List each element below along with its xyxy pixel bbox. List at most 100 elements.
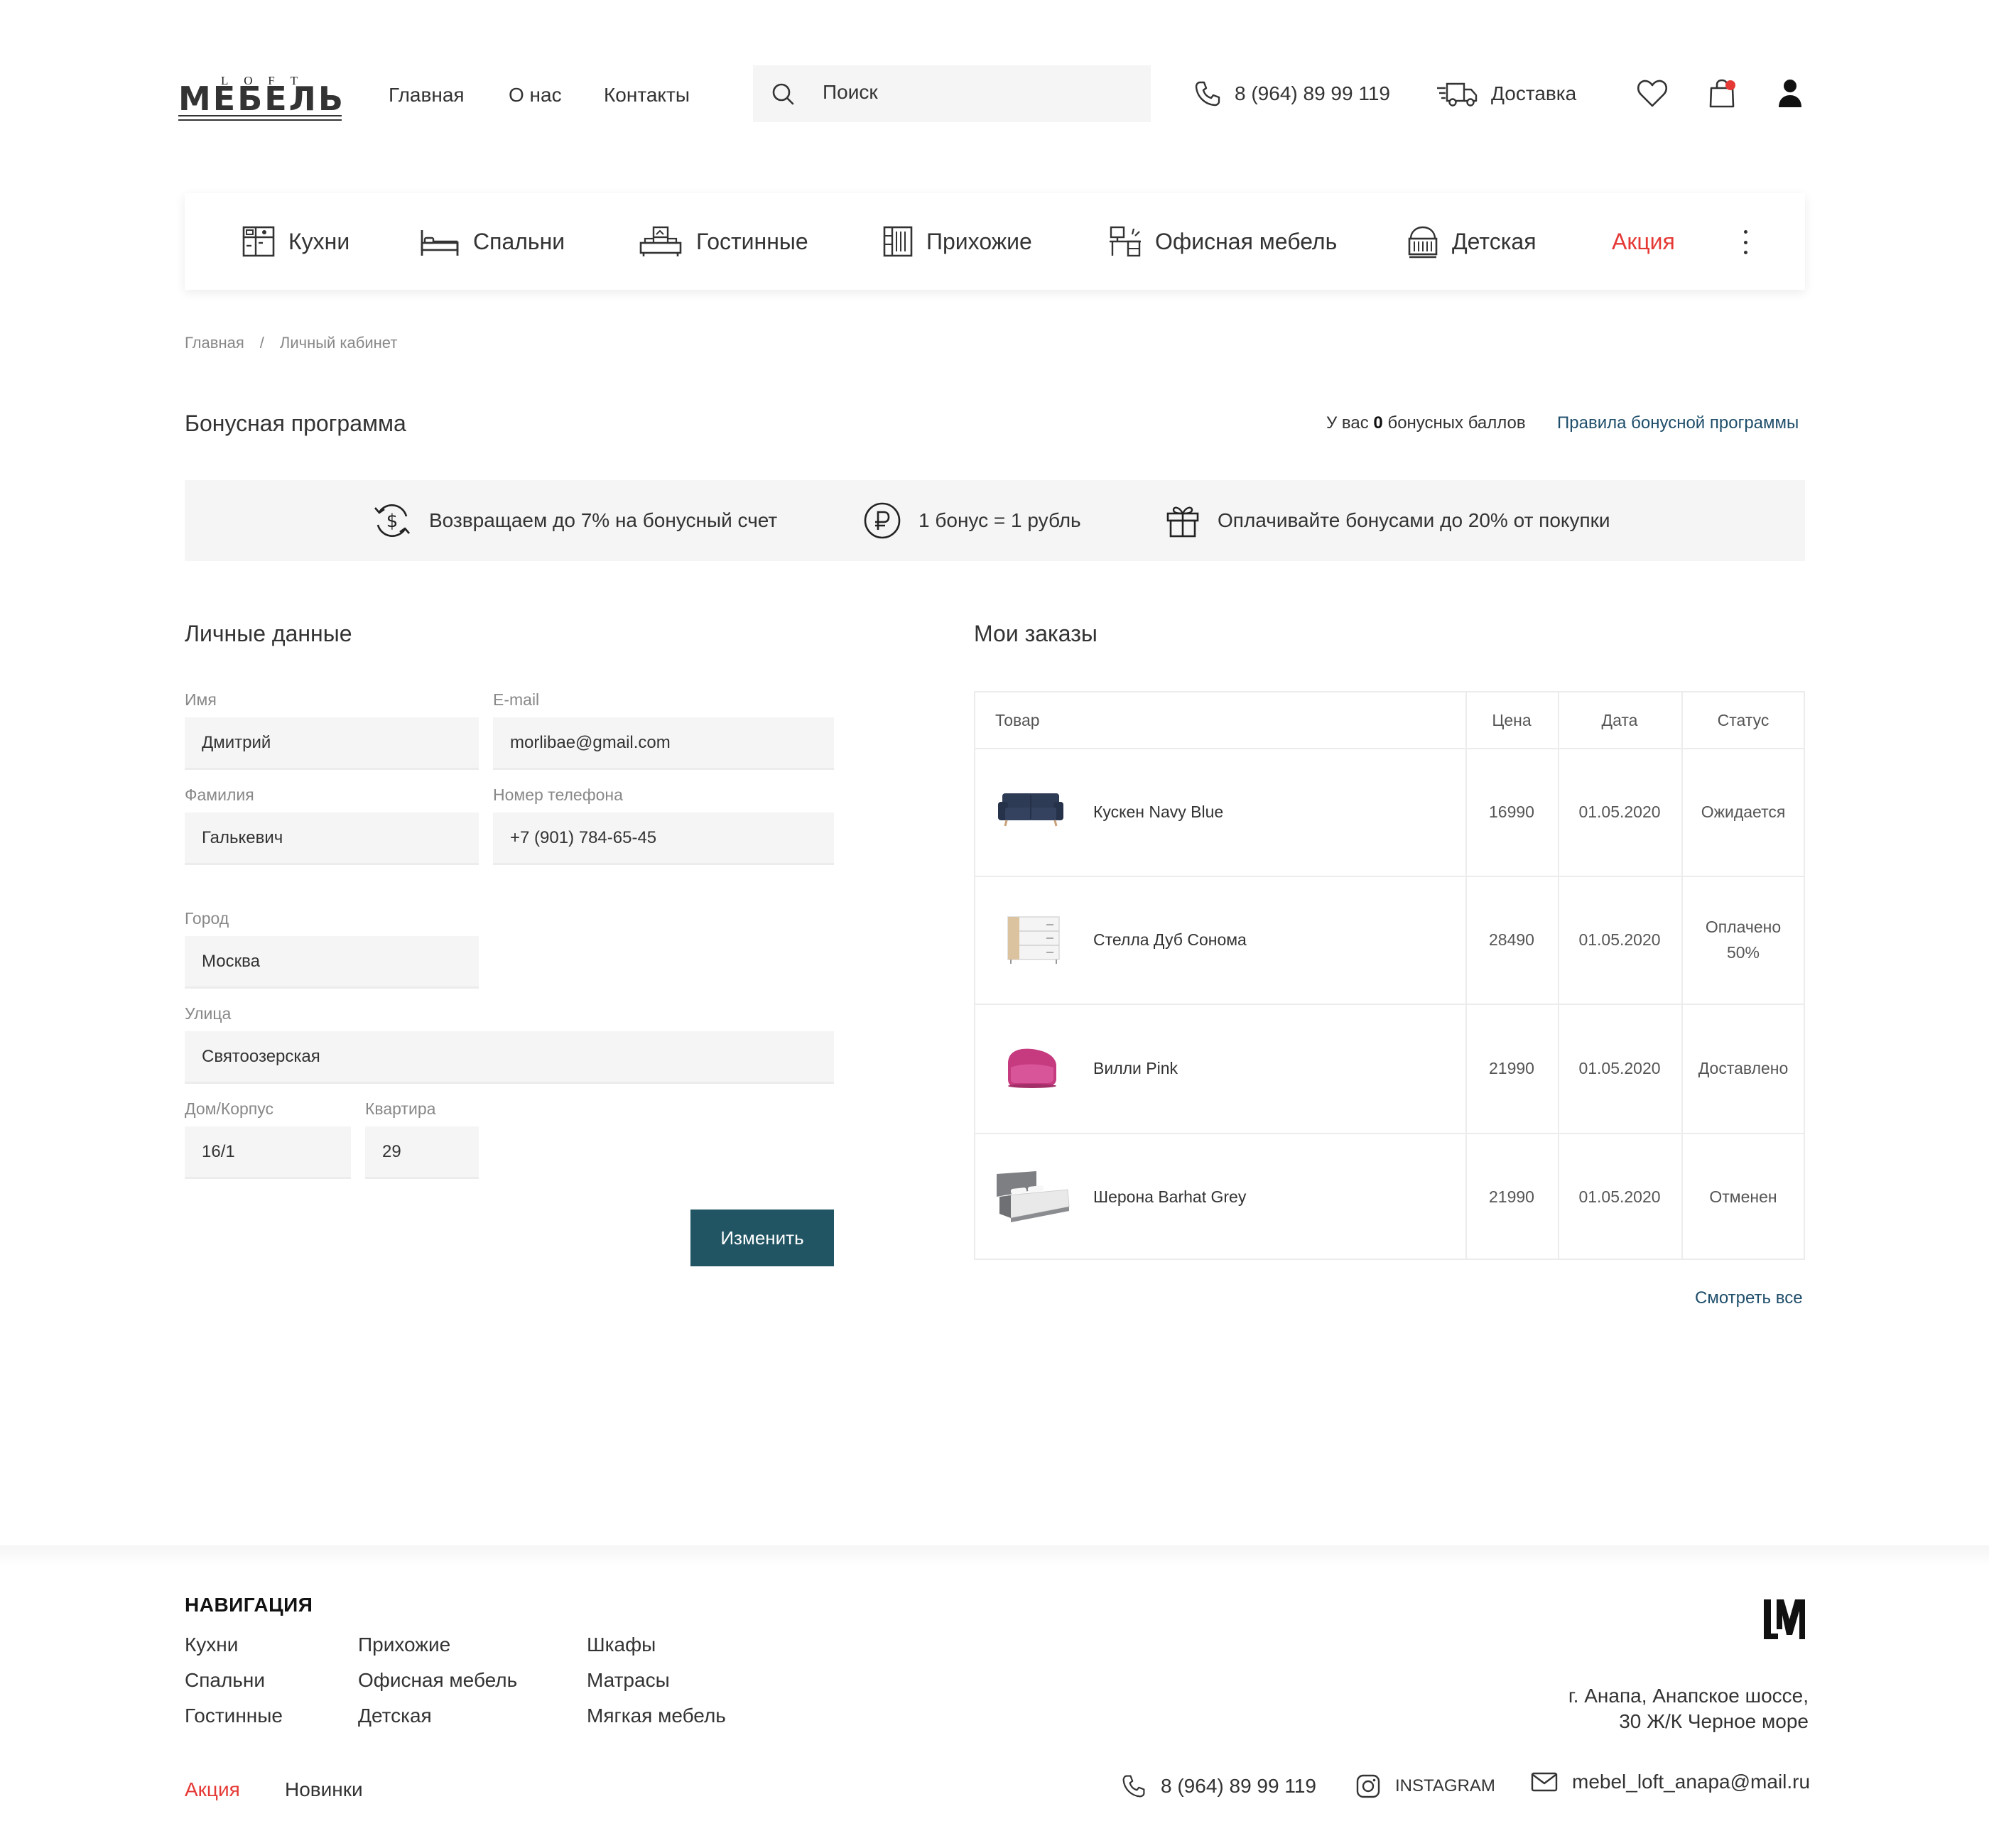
order-price: 21990: [1489, 1059, 1534, 1077]
footer-nav-title: НАВИГАЦИЯ: [185, 1594, 313, 1616]
footer-instagram[interactable]: INSTAGRAM: [1355, 1773, 1495, 1799]
perk-cashback: $ Возвращаем до 7% на бонусный счет: [372, 480, 777, 561]
bonus-perks-strip: $ Возвращаем до 7% на бонусный счет 1 бо…: [185, 480, 1805, 561]
footer-address-line1: г. Анапа, Анапское шоссе,: [1568, 1685, 1809, 1707]
first-name-label: Имя: [185, 690, 217, 709]
breadcrumb-current: Личный кабинет: [279, 334, 398, 352]
phone-label: Номер телефона: [493, 786, 623, 804]
order-product-name: Стелла Дуб Сонома: [1093, 930, 1247, 949]
column-header-product: Товар: [995, 710, 1040, 729]
footer-link-wardrobes[interactable]: Шкафы: [587, 1634, 656, 1656]
nav-home[interactable]: Главная: [389, 84, 465, 107]
street-field[interactable]: Святоозерская: [185, 1031, 834, 1084]
order-status: Отменен: [1709, 1187, 1777, 1206]
more-menu-icon[interactable]: [1743, 230, 1748, 254]
footer-link-kids[interactable]: Детская: [358, 1705, 432, 1727]
heart-icon[interactable]: [1637, 80, 1668, 108]
category-kitchens[interactable]: Кухни: [242, 193, 349, 290]
header-delivery[interactable]: Доставка: [1436, 80, 1576, 108]
save-changes-button[interactable]: Изменить: [690, 1210, 834, 1266]
footer-link-hallways[interactable]: Прихожие: [358, 1634, 450, 1656]
footer-link-mattresses[interactable]: Матрасы: [587, 1669, 670, 1692]
city-field[interactable]: Москва: [185, 936, 479, 989]
user-icon[interactable]: [1777, 78, 1803, 108]
column-header-date: Дата: [1601, 710, 1638, 729]
cashback-icon: $: [372, 501, 412, 540]
logo-main-text: МЕБЕЛЬ: [178, 80, 345, 118]
apartment-label: Квартира: [365, 1099, 436, 1118]
bonus-balance-prefix: У вас: [1326, 413, 1369, 433]
footer-email[interactable]: mebel_loft_anapa@mail.ru: [1531, 1771, 1810, 1793]
category-bar: Кухни Спальни Гостинные Прихожие Офисная…: [185, 193, 1805, 290]
order-status: Доставлено: [1698, 1059, 1789, 1077]
header-delivery-text: Доставка: [1491, 82, 1577, 104]
category-hallways[interactable]: Прихожие: [882, 193, 1032, 290]
view-all-orders-link[interactable]: Смотреть все: [1695, 1288, 1803, 1308]
category-sale-label: Акция: [1612, 228, 1675, 254]
orders-table: Товар Цена Дата Статус Кускен Navy Blue …: [974, 691, 1805, 1260]
footer-logo[interactable]: [1762, 1598, 1806, 1641]
order-status: Ожидается: [1701, 803, 1786, 821]
house-field[interactable]: 16/1: [185, 1126, 351, 1179]
mail-icon: [1531, 1771, 1558, 1793]
order-price: 21990: [1489, 1187, 1534, 1206]
category-kids[interactable]: Детская: [1407, 193, 1537, 290]
footer-phone[interactable]: 8 (964) 89 99 119: [1121, 1773, 1316, 1799]
search-input[interactable]: Поиск: [823, 81, 878, 104]
phone-icon: [1193, 80, 1222, 108]
footer-link-bedrooms[interactable]: Спальни: [185, 1669, 265, 1692]
instagram-icon: [1355, 1773, 1381, 1799]
first-name-field[interactable]: Дмитрий: [185, 717, 479, 770]
perk-gift-text: Оплачивайте бонусами до 20% от покупки: [1218, 509, 1610, 531]
truck-icon: [1436, 80, 1478, 108]
footer-link-kitchens[interactable]: Кухни: [185, 1634, 238, 1656]
category-kitchens-label: Кухни: [288, 228, 350, 254]
order-product-name: Вилли Pink: [1093, 1058, 1178, 1077]
orders-title: Мои заказы: [974, 621, 1098, 646]
footer-link-office[interactable]: Офисная мебель: [358, 1669, 517, 1692]
breadcrumb-home[interactable]: Главная: [185, 334, 244, 352]
footer-link-soft-furniture[interactable]: Мягкая мебель: [587, 1705, 726, 1727]
bed-thumbnail: [994, 1168, 1072, 1222]
category-living-rooms[interactable]: Гостинные: [638, 193, 808, 290]
cart-icon[interactable]: [1708, 78, 1736, 109]
dresser-thumbnail: [1005, 914, 1062, 965]
category-sale[interactable]: Акция: [1612, 193, 1675, 290]
category-living-rooms-label: Гостинные: [696, 228, 808, 254]
breadcrumb-separator: /: [259, 334, 264, 352]
bonus-balance-suffix: бонусных баллов: [1387, 413, 1526, 433]
bonus-rules-link[interactable]: Правила бонусной программы: [1557, 413, 1799, 433]
breadcrumb: Главная / Личный кабинет: [185, 334, 397, 352]
svg-text:$: $: [386, 511, 399, 532]
bed-icon: [419, 224, 460, 259]
last-name-field[interactable]: Галькевич: [185, 812, 479, 865]
bonus-balance-value: 0: [1373, 413, 1383, 433]
house-label: Дом/Корпус: [185, 1099, 274, 1118]
apartment-field[interactable]: 29: [365, 1126, 479, 1179]
footer-link-new[interactable]: Новинки: [285, 1778, 363, 1801]
category-kids-label: Детская: [1452, 228, 1537, 254]
armchair-thumbnail: [1004, 1043, 1061, 1090]
order-status: Оплачено 50%: [1705, 918, 1782, 962]
personal-data-title: Личные данные: [185, 621, 352, 646]
nav-contacts[interactable]: Контакты: [604, 84, 690, 107]
bonus-title: Бонусная программа: [185, 411, 406, 436]
category-bedrooms-label: Спальни: [473, 228, 565, 254]
email-field[interactable]: morlibae@gmail.com: [493, 717, 834, 770]
crib-icon: [1407, 224, 1439, 259]
footer-divider: [0, 1545, 1989, 1567]
order-date: 01.05.2020: [1578, 1059, 1661, 1077]
nav-about[interactable]: О нас: [509, 84, 562, 107]
search-icon: [771, 82, 794, 105]
order-date: 01.05.2020: [1578, 803, 1661, 821]
ruble-icon: [863, 501, 901, 540]
site-logo[interactable]: LOFT МЕБЕЛЬ: [178, 74, 345, 121]
footer-link-living-rooms[interactable]: Гостинные: [185, 1705, 283, 1727]
search-bar[interactable]: Поиск: [753, 65, 1151, 122]
header-phone[interactable]: 8 (964) 89 99 119: [1193, 80, 1390, 108]
category-bedrooms[interactable]: Спальни: [419, 193, 565, 290]
order-product-name: Шерона Barhat Grey: [1093, 1187, 1247, 1206]
category-office[interactable]: Офисная мебель: [1108, 193, 1337, 290]
phone-field[interactable]: +7 (901) 784-65-45: [493, 812, 834, 865]
footer-link-sale[interactable]: Акция: [185, 1778, 240, 1801]
